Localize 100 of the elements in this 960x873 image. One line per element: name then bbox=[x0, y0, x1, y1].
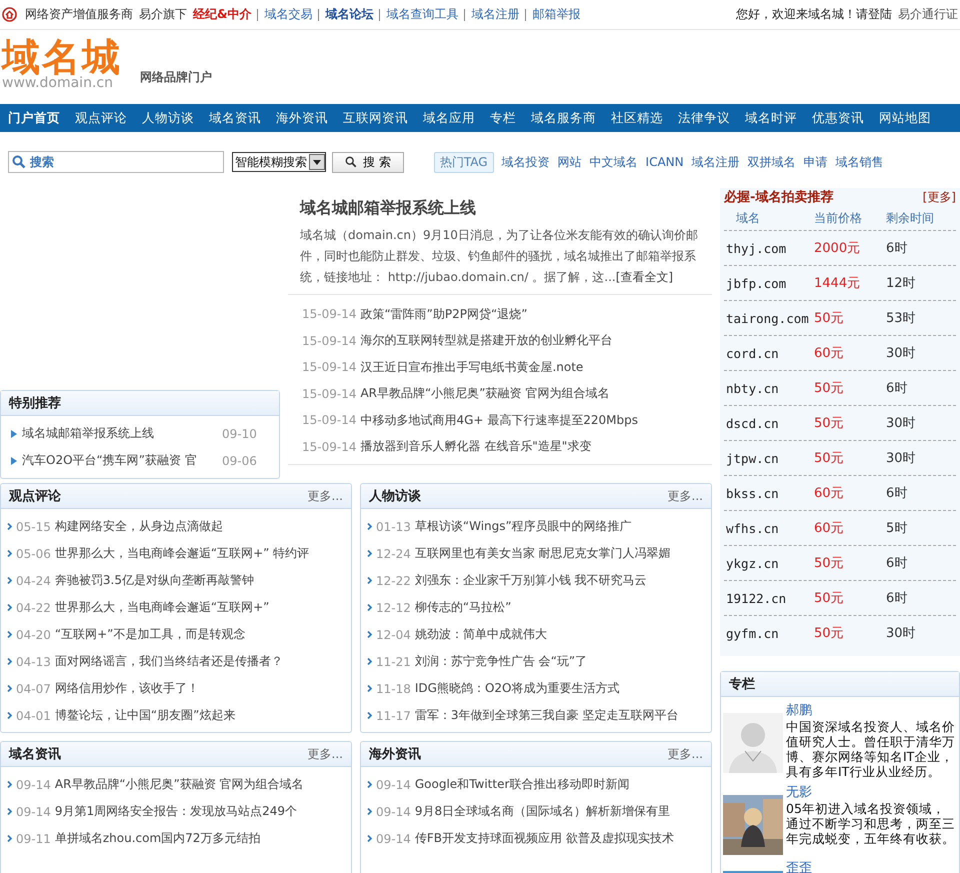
nav-item[interactable]: 法律争议 bbox=[678, 110, 730, 126]
price-cell-text: 50元 bbox=[814, 415, 845, 432]
nav-item[interactable]: 社区精选 bbox=[611, 110, 663, 126]
tag-link[interactable]: 网站 bbox=[558, 154, 582, 170]
domain-link[interactable]: wfhs.cn bbox=[726, 520, 814, 536]
domain-link[interactable]: thyj.com bbox=[726, 240, 814, 256]
top-link[interactable]: 邮箱举报 bbox=[532, 6, 580, 23]
top-link[interactable]: 域名注册 bbox=[471, 6, 520, 23]
article-link[interactable]: IDG熊晓鸽：O2O将成为重要生活方式 bbox=[414, 680, 620, 697]
columnist-bio: 中国资深域名投资人、域名价值研究人士。曾任职于清华万博、赛尔网络等知名IT企业，具有多年IT行业从业经历。 bbox=[786, 719, 956, 779]
domain-link[interactable]: gyfm.cn bbox=[726, 626, 814, 640]
article-link[interactable]: 互联网里也有美女当家 耐思尼克女掌门人冯翠媚 bbox=[414, 545, 671, 562]
time-cell-text: 30时 bbox=[886, 625, 917, 642]
article-link[interactable]: 面对网络谣言，我们当终结者还是传播者？ bbox=[54, 653, 283, 670]
article-link[interactable]: Google和Twitter联合推出移动即时新闻 bbox=[414, 776, 630, 793]
columnist-name[interactable]: 无影 bbox=[786, 783, 957, 801]
article-link[interactable]: 网络信用炒作，该收手了！ bbox=[54, 680, 199, 697]
domain-link[interactable]: cord.cn bbox=[726, 346, 814, 360]
article-link[interactable]: 域名城邮箱举报系统上线 bbox=[22, 425, 217, 442]
chevron-icon bbox=[7, 835, 12, 842]
article-link[interactable]: 博鳌论坛，让中国“朋友圈”炫起来 bbox=[54, 707, 236, 724]
nav-item[interactable]: 人物访谈 bbox=[142, 110, 194, 126]
article-link[interactable]: 奔驰被罚3.5亿是对纵向垄断再敲警钟 bbox=[54, 572, 254, 589]
columnist-name[interactable]: 歪歪 bbox=[786, 859, 812, 873]
search-field[interactable]: 搜索 bbox=[8, 151, 224, 173]
article-date: 11-21 bbox=[376, 654, 411, 668]
more-link[interactable]: [更多] bbox=[922, 188, 956, 206]
article-link[interactable]: 海尔的互联网转型就是搭建开放的创业孵化平台 bbox=[360, 332, 612, 350]
article-link[interactable]: 姚劲波：简单中成就伟大 bbox=[414, 626, 547, 643]
nav-item[interactable]: 网站地图 bbox=[879, 110, 931, 126]
nav-item[interactable]: 优惠资讯 bbox=[812, 110, 864, 126]
top-link[interactable]: 域名交易 bbox=[264, 6, 312, 23]
logo-url: www.domain.cn bbox=[2, 76, 113, 90]
section-title: 特别推荐 bbox=[9, 395, 61, 412]
login-link[interactable]: 您好，欢迎来域名城！请登陆 bbox=[736, 6, 892, 23]
article-link[interactable]: 雷军：3年做到全球第三我自豪 坚定走互联网平台 bbox=[414, 707, 678, 724]
more-link[interactable]: 更多... bbox=[308, 746, 343, 762]
article-link[interactable]: 9月第1周网络安全报告：发现放马站点249个 bbox=[54, 803, 298, 820]
article-link[interactable]: “互联网+”不是加工具，而是转观念 bbox=[54, 626, 246, 643]
read-more-link[interactable]: [查看全文] bbox=[616, 270, 674, 284]
article-date: 04-22 bbox=[16, 600, 51, 614]
tag-link[interactable]: 申请 bbox=[804, 154, 828, 170]
article-link[interactable]: 草根访谈“Wings”程序员眼中的网络推广 bbox=[414, 518, 632, 535]
top-link[interactable]: 域名论坛 bbox=[325, 6, 374, 23]
article-link[interactable]: 构建网络安全，从身边点滴做起 bbox=[54, 518, 223, 535]
domain-link[interactable]: dscd.cn bbox=[726, 416, 814, 430]
tag-link[interactable]: 域名注册 bbox=[692, 154, 740, 170]
nav-item[interactable]: 域名时评 bbox=[745, 110, 797, 126]
more-link[interactable]: 更多... bbox=[668, 746, 703, 762]
tag-link[interactable]: 双拼域名 bbox=[748, 154, 796, 170]
nav-item[interactable]: 观点评论 bbox=[75, 110, 127, 126]
more-link[interactable]: 更多... bbox=[668, 488, 703, 504]
article-date: 04-01 bbox=[16, 708, 51, 722]
article-link[interactable]: 汉王近日宣布推出手写电纸书黄金屋.note bbox=[360, 358, 584, 376]
article-link[interactable]: 传FB开发支持球面视频应用 欲普及虚拟现实技术 bbox=[414, 830, 674, 847]
domain-link[interactable]: tairong.com bbox=[726, 310, 814, 326]
nav-item[interactable]: 海外资讯 bbox=[276, 110, 328, 126]
home-icon[interactable] bbox=[2, 7, 17, 22]
nav-item[interactable]: 域名应用 bbox=[423, 110, 475, 126]
tag-link[interactable]: 中文域名 bbox=[590, 154, 638, 170]
article-link[interactable]: 世界那么大，当电商峰会邂逅“互联网+” 特约评 bbox=[54, 545, 310, 562]
article-link[interactable]: 政策“雷阵雨”助P2P网贷“退烧” bbox=[360, 306, 528, 323]
chevron-icon bbox=[7, 781, 12, 788]
article-link[interactable]: 9月8日全球域名商（国际域名）解析新增保有里 bbox=[414, 803, 670, 820]
domain-link[interactable]: jtpw.cn bbox=[726, 450, 814, 466]
search-button[interactable]: 搜 索 bbox=[332, 152, 404, 172]
top-link[interactable]: 域名查询工具 bbox=[386, 6, 458, 23]
article-link[interactable]: 中移动多地试商用4G+ 最高下行速率提至220Mbps bbox=[360, 412, 638, 429]
tag-link[interactable]: 域名销售 bbox=[836, 154, 884, 170]
chevron-icon bbox=[367, 835, 372, 842]
domain-link[interactable]: bkss.cn bbox=[726, 486, 814, 500]
more-link[interactable]: 更多... bbox=[308, 488, 343, 504]
chevron-icon bbox=[367, 604, 372, 611]
domain-link[interactable]: 19122.cn bbox=[726, 590, 814, 606]
article-link[interactable]: 世界那么大，当电商峰会邂逅“互联网+” bbox=[54, 599, 270, 616]
domain-link[interactable]: nbty.cn bbox=[726, 380, 814, 396]
article-link[interactable]: 柳传志的“马拉松” bbox=[414, 599, 512, 616]
search-mode-select[interactable]: 智能模糊搜索 bbox=[232, 152, 326, 172]
nav-item[interactable]: 门户首页 bbox=[8, 110, 60, 126]
nav-item[interactable]: 专栏 bbox=[490, 110, 516, 126]
article-link[interactable]: 刘润：苏宁竞争性广告 会“玩”了 bbox=[414, 653, 588, 670]
nav-item[interactable]: 域名服务商 bbox=[531, 110, 596, 126]
headline-summary: 域名城（domain.cn）9月10日消息，为了让各位米友能有效的确认询价邮件，同时也能防止群发、垃圾、钓鱼邮件的骚扰，域名城推出了邮箱举报系统，链接地址： http://jubao.domain.cn/ 。据了解，这...[查看全文] bbox=[300, 227, 699, 286]
article-date: 15-09-14 bbox=[302, 413, 356, 428]
article-link[interactable]: AR早教品牌“小熊尼奥”获融资 官网为组合域名 bbox=[360, 385, 610, 402]
headline-link[interactable]: 域名城邮箱举报系统上线 bbox=[300, 198, 702, 219]
domain-link[interactable]: ykgz.cn bbox=[726, 556, 814, 570]
article-link[interactable]: 单拼域名zhou.com国内72万多元结拍 bbox=[54, 830, 260, 847]
article-link[interactable]: 刘强东：企业家千万别算小钱 我不研究马云 bbox=[414, 572, 647, 589]
nav-item[interactable]: 互联网资讯 bbox=[343, 110, 408, 126]
article-link[interactable]: AR早教品牌“小熊尼奥”获融资 官网为组合域名 bbox=[54, 776, 304, 793]
columnist-name[interactable]: 郝鹏 bbox=[786, 701, 957, 719]
passport-link[interactable]: 易介通行证 bbox=[898, 6, 958, 23]
article-link[interactable]: 播放器到音乐人孵化器 在线音乐"造星"求变 bbox=[360, 438, 592, 456]
tag-link[interactable]: ICANN bbox=[646, 155, 684, 169]
top-link[interactable]: 经纪&中介 bbox=[193, 6, 252, 23]
nav-item[interactable]: 域名资讯 bbox=[209, 110, 261, 126]
domain-link[interactable]: jbfp.com bbox=[726, 276, 814, 290]
tag-link[interactable]: 域名投资 bbox=[502, 154, 550, 170]
article-link[interactable]: 汽车O2O平台“携车网”获融资 官 bbox=[22, 452, 217, 469]
